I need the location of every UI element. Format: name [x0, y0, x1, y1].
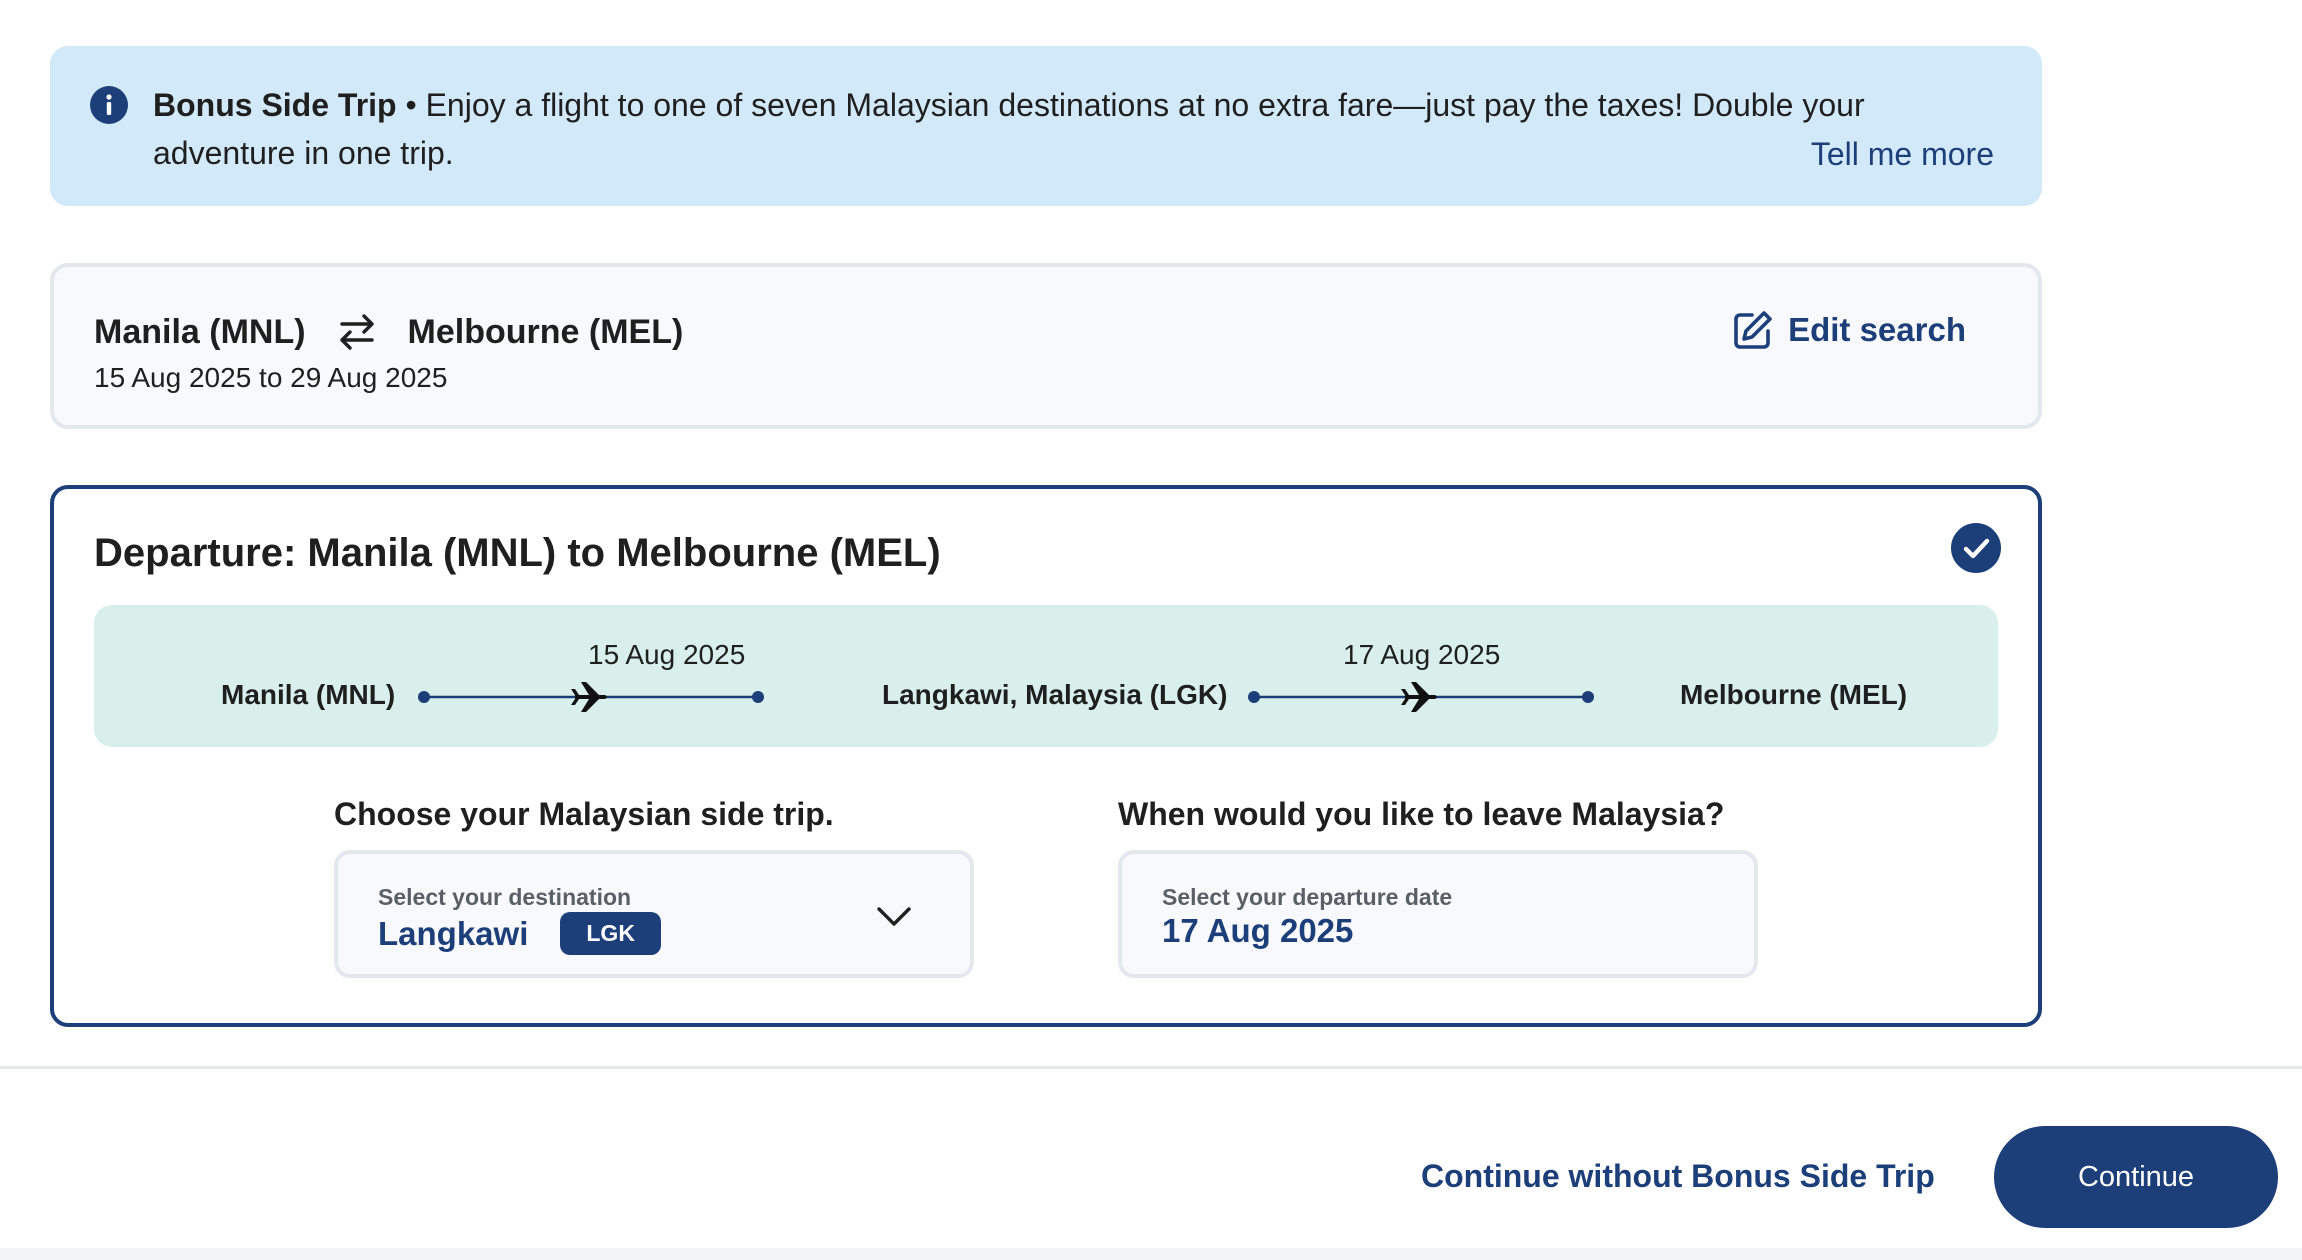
leave-question: When would you like to leave Malaysia?	[1118, 796, 1725, 832]
departure-date-label: Select your departure date	[1162, 884, 1453, 910]
route-line: Manila (MNL) Melbourne (MEL)	[94, 307, 683, 357]
chevron-down-icon	[877, 907, 911, 926]
banner-title: Bonus Side Trip	[153, 87, 397, 123]
tell-me-more-link[interactable]: Tell me more	[1811, 130, 1994, 178]
search-dates: 15 Aug 2025 to 29 Aug 2025	[94, 362, 448, 393]
itinerary-destination: Melbourne (MEL)	[1680, 679, 1908, 710]
bottom-edge	[0, 1248, 2302, 1260]
edit-search-button[interactable]: Edit search	[1732, 309, 1966, 351]
itinerary-origin: Manila (MNL)	[221, 679, 396, 710]
departure-title: Departure: Manila (MNL) to Melbourne (ME…	[94, 531, 941, 575]
banner-text: Bonus Side Trip • Enjoy a flight to one …	[153, 81, 1873, 177]
itinerary-stop: Langkawi, Malaysia (LGK)	[882, 679, 1228, 710]
departure-date-value: 17 Aug 2025	[1162, 912, 1354, 949]
bonus-side-trip-banner: Bonus Side Trip • Enjoy a flight to one …	[50, 46, 2042, 206]
continue-without-side-trip-button[interactable]: Continue without Bonus Side Trip	[1421, 1158, 1935, 1195]
destination-select-value: Langkawi LGK	[378, 912, 661, 955]
banner-separator: •	[396, 87, 426, 123]
itinerary-strip: Manila (MNL) 15 Aug 2025 Langkawi, Malay…	[94, 605, 1998, 747]
destination-name: Langkawi	[378, 914, 529, 952]
leg1-flight-line	[418, 682, 764, 712]
info-icon	[90, 86, 128, 124]
search-summary-card: Manila (MNL) Melbourne (MEL) 15 Aug 2025…	[50, 263, 2042, 429]
leg2-flight-line	[1248, 682, 1594, 712]
check-circle-icon	[1951, 523, 2001, 573]
destination-select-label: Select your destination	[378, 884, 632, 910]
edit-search-label: Edit search	[1788, 311, 1966, 348]
airplane-icon	[1401, 682, 1437, 712]
departure-card: Departure: Manila (MNL) to Melbourne (ME…	[50, 485, 2042, 1027]
leg2-date: 17 Aug 2025	[1343, 639, 1501, 670]
departure-date-picker[interactable]: Select your departure date 17 Aug 2025	[1118, 850, 1758, 978]
search-destination: Melbourne (MEL)	[407, 312, 684, 351]
footer-divider	[0, 1066, 2302, 1069]
swap-arrows-icon	[339, 314, 374, 350]
continue-button[interactable]: Continue	[1994, 1126, 2278, 1228]
edit-icon	[1734, 311, 1772, 349]
side-trip-question: Choose your Malaysian side trip.	[334, 796, 834, 832]
airplane-icon	[571, 682, 607, 712]
leg1-date: 15 Aug 2025	[588, 639, 746, 670]
search-origin: Manila (MNL)	[94, 312, 306, 351]
destination-select[interactable]: Select your destination Langkawi LGK	[334, 850, 974, 978]
destination-code-badge: LGK	[560, 912, 661, 955]
